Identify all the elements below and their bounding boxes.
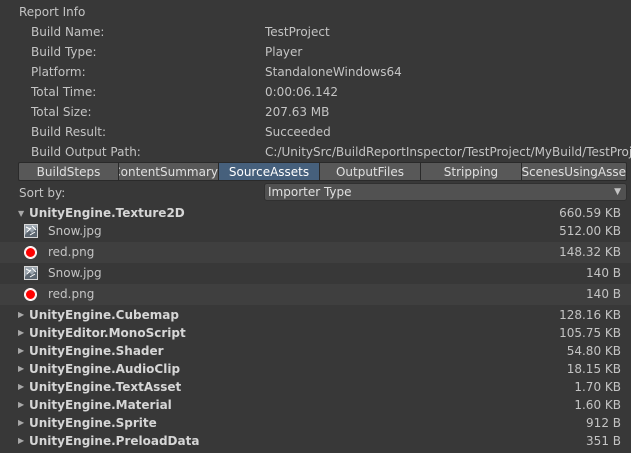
asset-group-size: 1.60 KB [574, 398, 621, 412]
info-row-total-size: Total Size: 207.63 MB [31, 102, 631, 122]
info-value: TestProject [265, 25, 330, 39]
report-info-title: Report Info [19, 5, 86, 19]
fold-collapsed-icon[interactable]: ▶ [18, 432, 24, 450]
asset-group-monoscript[interactable]: ▶ UnityEditor.MonoScript 105.75 KB [0, 324, 631, 342]
asset-file-size: 512.00 KB [559, 224, 621, 238]
report-tab-bar: BuildSteps ContentSummary SourceAssets O… [18, 162, 627, 182]
asset-file-name: red.png [48, 287, 95, 301]
tab-label: ContentSummary [119, 165, 218, 179]
info-label: Build Result: [31, 125, 107, 139]
asset-group-size: 912 B [586, 416, 621, 430]
info-label: Platform: [31, 65, 86, 79]
sort-by-dropdown[interactable]: Importer Type ▼ [264, 183, 627, 201]
asset-group-cubemap[interactable]: ▶ UnityEngine.Cubemap 128.16 KB [0, 306, 631, 324]
dropdown-triangle-icon: ▼ [614, 187, 621, 197]
asset-group-preloaddata[interactable]: ▶ UnityEngine.PreloadData 351 B [0, 432, 631, 450]
tab-content-summary[interactable]: ContentSummary [119, 162, 219, 181]
fold-collapsed-icon[interactable]: ▶ [18, 306, 24, 324]
asset-group-name: UnityEngine.PreloadData [29, 434, 200, 448]
asset-file-name: Snow.jpg [48, 266, 102, 280]
asset-file-name: Snow.jpg [48, 224, 102, 238]
info-row-build-type: Build Type: Player [31, 42, 631, 62]
asset-group-audioclip[interactable]: ▶ UnityEngine.AudioClip 18.15 KB [0, 360, 631, 378]
sort-by-label: Sort by: [19, 186, 66, 200]
info-row-total-time: Total Time: 0:00:06.142 [31, 82, 631, 102]
asset-file-row[interactable]: Snow.jpg 140 B [0, 263, 631, 284]
red-texture-icon [24, 246, 37, 259]
asset-file-row[interactable]: Snow.jpg 512.00 KB [0, 221, 631, 242]
asset-group-name: UnityEngine.Shader [29, 344, 164, 358]
info-row-platform: Platform: StandaloneWindows64 [31, 62, 631, 82]
asset-group-name: UnityEditor.MonoScript [29, 326, 186, 340]
tab-output-files[interactable]: OutputFiles [320, 162, 421, 181]
info-label: Build Output Path: [31, 145, 141, 159]
snow-texture-icon [24, 266, 38, 280]
fold-collapsed-icon[interactable]: ▶ [18, 360, 24, 378]
asset-group-size: 54.80 KB [566, 344, 621, 358]
asset-group-size: 351 B [586, 434, 621, 448]
asset-group-size: 18.15 KB [566, 362, 621, 376]
info-value: StandaloneWindows64 [265, 65, 402, 79]
asset-file-size: 140 B [586, 266, 621, 280]
asset-file-row[interactable]: red.png 148.32 KB [0, 242, 631, 263]
tab-build-steps[interactable]: BuildSteps [18, 162, 119, 181]
info-value: Succeeded [265, 125, 331, 139]
fold-collapsed-icon[interactable]: ▶ [18, 342, 24, 360]
fold-collapsed-icon[interactable]: ▶ [18, 324, 24, 342]
red-texture-icon [24, 288, 37, 301]
tab-label: ScenesUsingAsse [522, 165, 626, 179]
info-value: Player [265, 45, 303, 59]
info-label: Build Type: [31, 45, 97, 59]
asset-group-size: 1.70 KB [574, 380, 621, 394]
asset-group-shader[interactable]: ▶ UnityEngine.Shader 54.80 KB [0, 342, 631, 360]
info-label: Total Time: [31, 85, 97, 99]
info-value: 207.63 MB [265, 105, 330, 119]
asset-file-size: 140 B [586, 287, 621, 301]
info-value: 0:00:06.142 [265, 85, 338, 99]
asset-file-size: 148.32 KB [559, 245, 621, 259]
asset-file-row[interactable]: red.png 140 B [0, 284, 631, 305]
tab-stripping[interactable]: Stripping [421, 162, 522, 181]
tab-source-assets[interactable]: SourceAssets [219, 162, 320, 181]
asset-file-name: red.png [48, 245, 95, 259]
asset-group-name: UnityEngine.Sprite [29, 416, 157, 430]
info-label: Total Size: [31, 105, 92, 119]
sort-by-selected-value: Importer Type [268, 185, 352, 199]
info-row-build-name: Build Name: TestProject [31, 22, 631, 42]
asset-group-name: UnityEngine.Cubemap [29, 308, 179, 322]
info-row-build-result: Build Result: Succeeded [31, 122, 631, 142]
fold-collapsed-icon[interactable]: ▶ [18, 378, 24, 396]
asset-group-textasset[interactable]: ▶ UnityEngine.TextAsset 1.70 KB [0, 378, 631, 396]
asset-group-sprite[interactable]: ▶ UnityEngine.Sprite 912 B [0, 414, 631, 432]
info-value[interactable]: C:/UnitySrc/BuildReportInspector/TestPro… [265, 142, 631, 162]
asset-group-name: UnityEngine.TextAsset [29, 380, 182, 394]
snow-texture-icon [24, 224, 38, 238]
asset-group-size: 128.16 KB [559, 308, 621, 322]
info-row-output-path: Build Output Path: C:/UnitySrc/BuildRepo… [31, 142, 631, 162]
fold-collapsed-icon[interactable]: ▶ [18, 396, 24, 414]
fold-collapsed-icon[interactable]: ▶ [18, 414, 24, 432]
asset-group-size: 105.75 KB [559, 326, 621, 340]
asset-group-name: UnityEngine.Material [29, 398, 172, 412]
tab-scenes-using-assets[interactable]: ScenesUsingAsse [522, 162, 627, 181]
asset-group-material[interactable]: ▶ UnityEngine.Material 1.60 KB [0, 396, 631, 414]
asset-group-name: UnityEngine.AudioClip [29, 362, 181, 376]
info-label: Build Name: [31, 25, 105, 39]
